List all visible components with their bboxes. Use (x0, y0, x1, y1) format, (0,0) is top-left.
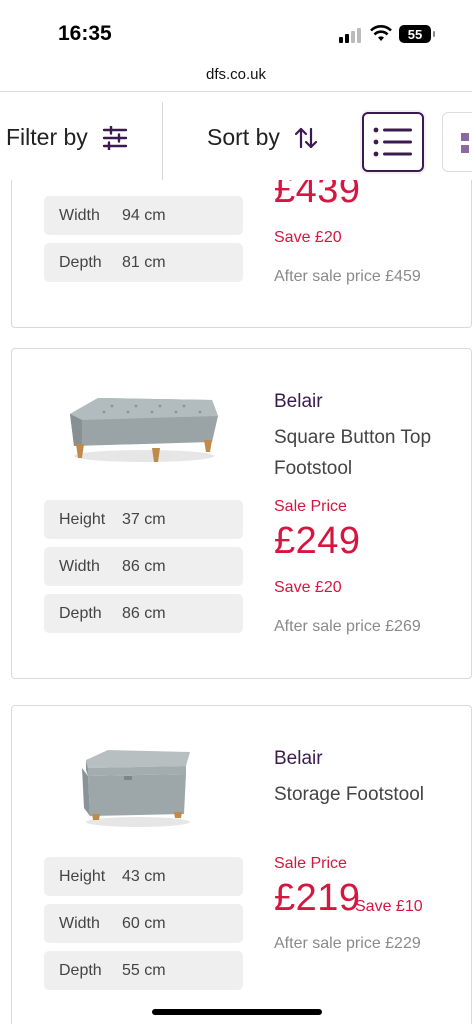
dimension-label: Height (59, 510, 106, 528)
product-card[interactable]: Belair Storage Footstool Sale Price £219… (11, 705, 472, 1024)
sale-price-label: Sale Price (274, 498, 347, 515)
address-bar[interactable]: dfs.co.uk (0, 62, 472, 92)
dimension-chip-depth: Depth 55 cm (44, 951, 243, 990)
dimension-label: Depth (59, 961, 102, 979)
after-sale-price: After sale price £459 (274, 268, 421, 285)
product-price: £249 (274, 520, 361, 562)
sort-by-label: Sort by (207, 124, 280, 150)
product-brand[interactable]: Belair (274, 748, 323, 770)
toolbar-divider (162, 102, 163, 180)
dimension-label: Width (59, 557, 100, 575)
save-amount: Save £20 (274, 229, 342, 246)
dimension-chip-depth: Depth 86 cm (44, 594, 243, 633)
dimension-label: Width (59, 206, 100, 224)
product-brand[interactable]: Belair (274, 391, 323, 413)
dimension-value: 43 cm (122, 867, 166, 885)
save-amount: Save £10 (355, 898, 423, 915)
dimension-label: Depth (59, 604, 102, 622)
dimension-value: 86 cm (122, 604, 166, 622)
product-name[interactable]: Storage Footstool (274, 779, 464, 810)
battery-icon: 55 (399, 25, 435, 43)
product-price: £219 (274, 877, 361, 919)
wifi-icon (370, 25, 392, 41)
after-sale-price: After sale price £269 (274, 618, 421, 635)
product-card[interactable]: Belair Square Button Top Footstool Sale … (11, 348, 472, 679)
save-amount: Save £20 (274, 579, 342, 596)
product-name[interactable]: Square Button Top Footstool (274, 422, 464, 484)
filter-by-label: Filter by (6, 124, 88, 150)
product-image-square-footstool[interactable] (62, 394, 224, 464)
dimension-label: Height (59, 867, 106, 885)
product-image-storage-footstool[interactable] (78, 746, 198, 828)
after-sale-price: After sale price £229 (274, 935, 421, 952)
sliders-icon (102, 125, 127, 150)
clock: 16:35 (58, 22, 112, 45)
dimension-label: Depth (59, 253, 102, 271)
dimension-chip-height: Height 37 cm (44, 500, 243, 539)
sale-price-label: Sale Price (274, 855, 347, 872)
dimension-chip-depth: Depth 81 cm (44, 243, 243, 282)
dimension-chip-width: Width 60 cm (44, 904, 243, 943)
battery-level: 55 (407, 26, 423, 42)
sort-by-button[interactable]: Sort by (207, 124, 318, 151)
dimension-value: 86 cm (122, 557, 166, 575)
grid-view-icon (461, 133, 469, 141)
home-indicator[interactable] (152, 1009, 322, 1015)
dimension-value: 37 cm (122, 510, 166, 528)
url-text[interactable]: dfs.co.uk (0, 66, 472, 83)
dimension-chip-width: Width 94 cm (44, 196, 243, 235)
dimension-label: Width (59, 914, 100, 932)
grid-view-icon (461, 145, 469, 153)
dimension-value: 81 cm (122, 253, 166, 271)
cellular-signal-icon (339, 27, 363, 43)
sort-arrows-icon (294, 127, 317, 148)
dimension-value: 60 cm (122, 914, 166, 932)
filter-sort-toolbar: Filter by Sort by (0, 92, 472, 180)
dimension-value: 55 cm (122, 961, 166, 979)
status-bar: 16:35 55 (0, 0, 472, 62)
dimension-value: 94 cm (122, 206, 166, 224)
filter-by-button[interactable]: Filter by (6, 124, 128, 151)
grid-view-toggle[interactable] (442, 112, 472, 172)
list-view-icon (373, 127, 412, 157)
list-view-toggle[interactable] (362, 112, 424, 172)
dimension-chip-height: Height 43 cm (44, 857, 243, 896)
dimension-chip-width: Width 86 cm (44, 547, 243, 586)
